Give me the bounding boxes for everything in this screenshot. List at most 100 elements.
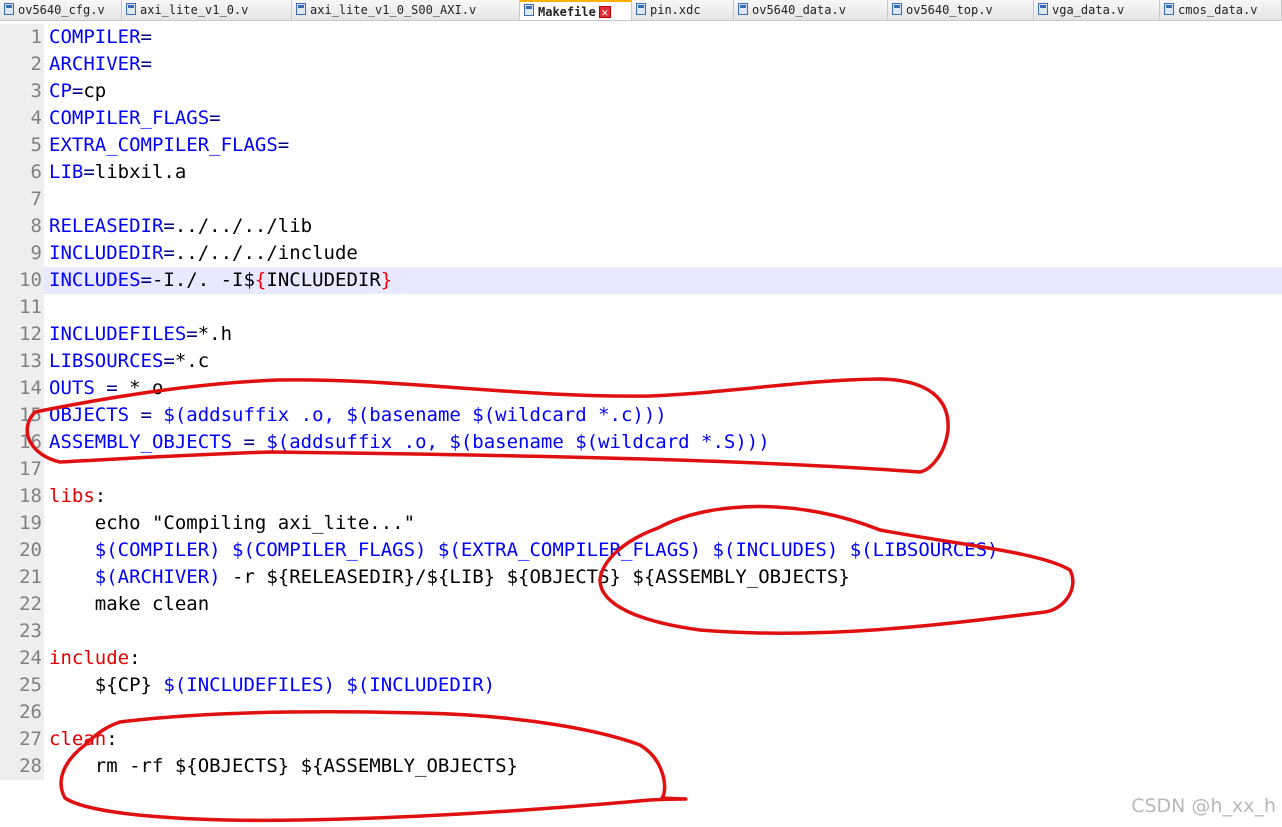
code-token: = — [140, 26, 152, 48]
code-token: = — [163, 215, 175, 237]
line-number: 27 — [0, 726, 44, 753]
code-line[interactable]: 15 OBJECTS = $(addsuffix .o, $(basename $… — [0, 402, 1282, 429]
code-token: } — [380, 269, 393, 291]
line-number: 6 — [0, 159, 44, 186]
code-line[interactable]: 21 $(ARCHIVER) -r ${RELEASEDIR}/${LIB} $… — [0, 564, 1282, 591]
code-line[interactable]: 22 make clean — [0, 591, 1282, 618]
code-line[interactable]: 14 OUTS = *.o — [0, 375, 1282, 402]
code-text: LIBSOURCES=*.c — [49, 348, 209, 375]
code-text: ASSEMBLY_OBJECTS = $(addsuffix .o, $(bas… — [49, 429, 770, 456]
tab-ov5640-top-v[interactable]: ov5640_top.v — [888, 0, 1034, 20]
code-line[interactable]: 8 RELEASEDIR=../../../lib — [0, 213, 1282, 240]
tab-axi-lite-v1-0-s00-axi-v[interactable]: axi_lite_v1_0_S00_AXI.v — [292, 0, 520, 20]
code-token: INCLUDEDIR — [266, 269, 381, 291]
file-icon — [296, 2, 310, 18]
code-text: RELEASEDIR=../../../lib — [49, 213, 312, 240]
code-line[interactable]: 27 clean: — [0, 726, 1282, 753]
code-line[interactable]: 20 $(COMPILER) $(COMPILER_FLAGS) $(EXTRA… — [0, 537, 1282, 564]
code-line[interactable]: 28 rm -rf ${OBJECTS} ${ASSEMBLY_OBJECTS} — [0, 753, 1282, 780]
watermark: CSDN @h_xx_h — [1131, 795, 1276, 817]
tab-makefile[interactable]: Makefile ✕ — [520, 0, 632, 20]
tab-ov5640-cfg-v[interactable]: ov5640_cfg.v — [0, 0, 122, 20]
line-number: 13 — [0, 348, 44, 375]
file-icon — [892, 2, 906, 18]
code-token: = — [163, 242, 175, 264]
code-text: ${CP} $(INCLUDEFILES) $(INCLUDEDIR) — [49, 672, 495, 699]
tab-axi-lite-v1-0-v[interactable]: axi_lite_v1_0.v — [122, 0, 292, 20]
line-number: 28 — [0, 753, 44, 780]
tab-ov5640-data-v[interactable]: ov5640_data.v — [734, 0, 888, 20]
code-line[interactable]: 24 include: — [0, 645, 1282, 672]
close-icon[interactable]: ✕ — [598, 5, 611, 18]
file-icon — [524, 4, 538, 19]
file-icon — [636, 2, 650, 18]
line-number: 11 — [0, 294, 44, 321]
code-token: -I./. -I$ — [151, 269, 255, 291]
file-icon — [738, 2, 752, 18]
line-number: 23 — [0, 618, 44, 645]
code-line[interactable]: 7 — [0, 186, 1282, 213]
code-token: : — [129, 647, 141, 669]
code-token: COMPILER — [49, 26, 141, 48]
code-token: LIBSOURCES — [49, 350, 164, 372]
code-line[interactable]: 11 — [0, 294, 1282, 321]
code-token: EXTRA_COMPILER_FLAGS — [49, 134, 278, 156]
line-number: 20 — [0, 537, 44, 564]
code-line[interactable]: 25 ${CP} $(INCLUDEFILES) $(INCLUDEDIR) — [0, 672, 1282, 699]
code-line[interactable]: 19 echo "Compiling axi_lite..." — [0, 510, 1282, 537]
code-line[interactable]: 13 LIBSOURCES=*.c — [0, 348, 1282, 375]
code-text: COMPILER= — [49, 24, 152, 51]
code-token: $(ARCHIVER) — [94, 566, 221, 588]
code-token: = — [94, 377, 130, 399]
code-token: INCLUDEFILES — [49, 323, 187, 345]
code-line[interactable]: 12 INCLUDEFILES=*.h — [0, 321, 1282, 348]
code-line[interactable]: 16 ASSEMBLY_OBJECTS = $(addsuffix .o, $(b… — [0, 429, 1282, 456]
line-number: 17 — [0, 456, 44, 483]
line-number: 26 — [0, 699, 44, 726]
line-number: 18 — [0, 483, 44, 510]
code-line[interactable]: 2 ARCHIVER= — [0, 51, 1282, 78]
code-token: INCLUDEDIR — [49, 242, 164, 264]
line-number: 15 — [0, 402, 44, 429]
code-token: make clean — [49, 593, 210, 615]
tab-label: ov5640_top.v — [906, 3, 993, 17]
code-text: clean: — [49, 726, 118, 753]
tab-label: ov5640_cfg.v — [18, 3, 105, 17]
tab-label: Makefile — [538, 4, 596, 19]
code-line[interactable]: 5 EXTRA_COMPILER_FLAGS= — [0, 132, 1282, 159]
line-number: 19 — [0, 510, 44, 537]
code-token: rm -rf ${OBJECTS} ${ASSEMBLY_OBJECTS} — [49, 755, 518, 777]
code-text: include: — [49, 645, 141, 672]
tab-vga-data-v[interactable]: vga_data.v — [1034, 0, 1160, 20]
code-line[interactable]: 1 COMPILER= — [0, 24, 1282, 51]
tab-cmos-data-v[interactable]: cmos_data.v — [1160, 0, 1282, 20]
code-token: libxil.a — [94, 161, 187, 183]
code-line[interactable]: 3 CP=cp — [0, 78, 1282, 105]
code-line[interactable]: 9 INCLUDEDIR=../../../include — [0, 240, 1282, 267]
code-token: = — [83, 161, 95, 183]
code-token: CP — [49, 80, 72, 102]
code-token: ../../../lib — [174, 215, 313, 237]
line-number: 4 — [0, 105, 44, 132]
code-token: -r ${RELEASEDIR}/${LIB} ${OBJECTS} ${ASS… — [220, 566, 850, 588]
tab-pin-xdc[interactable]: pin.xdc — [632, 0, 734, 20]
code-text: CP=cp — [49, 78, 106, 105]
code-line[interactable]: 17 — [0, 456, 1282, 483]
code-line[interactable]: 23 — [0, 618, 1282, 645]
code-token: *.c — [174, 350, 210, 372]
line-number: 1 — [0, 24, 44, 51]
code-token: *.h — [197, 323, 233, 345]
code-line[interactable]: 18 libs: — [0, 483, 1282, 510]
code-text: INCLUDES=-I./. -I${INCLUDEDIR} — [49, 267, 392, 294]
code-token: = — [186, 323, 198, 345]
code-text: make clean — [49, 591, 209, 618]
code-text: LIB=libxil.a — [49, 159, 186, 186]
code-line[interactable]: 10 INCLUDES=-I./. -I${INCLUDEDIR} — [0, 267, 1282, 294]
code-line[interactable]: 26 — [0, 699, 1282, 726]
code-editor[interactable]: 1 COMPILER= 2 ARCHIVER= 3 CP=cp 4 COMPILER_FLAG… — [0, 24, 1282, 784]
code-line[interactable]: 6 LIB=libxil.a — [0, 159, 1282, 186]
tab-bar: ov5640_cfg.v axi_lite_v1_0.v axi_lite_v1_0… — [0, 0, 1282, 21]
code-token: : — [94, 485, 107, 507]
code-line[interactable]: 4 COMPILER_FLAGS= — [0, 105, 1282, 132]
code-token: OBJECTS — [49, 404, 130, 426]
